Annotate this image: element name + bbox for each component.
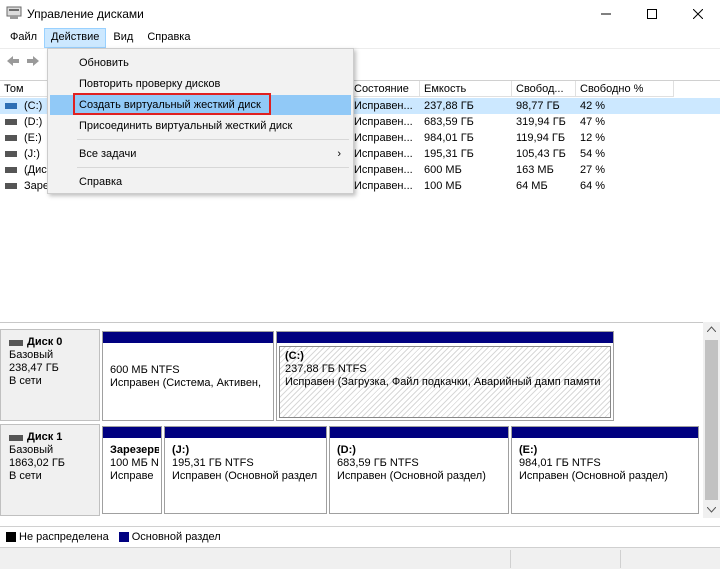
legend-unallocated: Не распределена xyxy=(6,531,109,543)
column-header-status[interactable]: Состояние xyxy=(350,81,420,97)
partition-c[interactable]: (C:) 237,88 ГБ NTFS Исправен (Загрузка, … xyxy=(276,331,614,421)
menu-item-help[interactable]: Справка xyxy=(50,172,351,192)
back-button[interactable] xyxy=(4,53,22,69)
back-arrow-icon xyxy=(7,56,19,66)
partition-reserved[interactable]: Зарезерв 100 МБ N Исправе xyxy=(102,426,162,514)
drive-icon xyxy=(5,167,17,173)
menu-item-rescan-disks[interactable]: Повторить проверку дисков xyxy=(50,74,351,94)
drive-icon xyxy=(5,183,17,189)
drive-icon xyxy=(5,119,17,125)
disk-management-icon xyxy=(6,6,22,19)
submenu-arrow-icon: › xyxy=(337,148,341,160)
close-icon xyxy=(693,9,703,19)
forward-button[interactable] xyxy=(24,53,42,69)
column-header-free-percent[interactable]: Свободно % xyxy=(576,81,674,97)
drive-icon xyxy=(5,135,17,141)
maximize-icon xyxy=(647,9,657,19)
drive-icon xyxy=(5,103,17,109)
menu-action[interactable]: Действие xyxy=(44,28,107,48)
disk-graphical-view: Диск 0 Базовый 238,47 ГБ В сети 600 МБ N… xyxy=(0,322,703,518)
column-header-free[interactable]: Свобод... xyxy=(512,81,576,97)
menu-file[interactable]: Файл xyxy=(3,28,44,48)
scroll-up-icon[interactable] xyxy=(707,326,716,332)
status-bar xyxy=(0,547,720,569)
disk-1-label[interactable]: Диск 1 Базовый 1863,02 ГБ В сети xyxy=(0,424,100,516)
partition-j[interactable]: (J:) 195,31 ГБ NTFS Исправен (Основной р… xyxy=(164,426,327,514)
scrollbar-thumb[interactable] xyxy=(705,340,718,500)
title-bar: Управление дисками xyxy=(0,0,720,28)
menu-item-refresh[interactable]: Обновить xyxy=(50,53,351,73)
partition-d[interactable]: (D:) 683,59 ГБ NTFS Исправен (Основной р… xyxy=(329,426,509,514)
partition-e[interactable]: (E:) 984,01 ГБ NTFS Исправен (Основной р… xyxy=(511,426,699,514)
disk-icon xyxy=(9,339,23,346)
menu-item-attach-vhd[interactable]: Присоединить виртуальный жесткий диск xyxy=(50,116,351,136)
menu-item-all-tasks[interactable]: Все задачи › xyxy=(50,144,351,164)
column-header-volume[interactable]: Том xyxy=(0,81,48,97)
legend-primary-partition: Основной раздел xyxy=(118,531,221,543)
partition-system[interactable]: 600 МБ NTFS Исправен (Система, Активен, xyxy=(102,331,274,421)
column-header-capacity[interactable]: Емкость xyxy=(420,81,512,97)
close-button[interactable] xyxy=(675,0,720,28)
disk-0-label[interactable]: Диск 0 Базовый 238,47 ГБ В сети xyxy=(0,329,100,421)
menu-help[interactable]: Справка xyxy=(140,28,197,48)
minimize-button[interactable] xyxy=(583,0,629,28)
menu-bar: Файл Действие Вид Справка xyxy=(0,28,720,48)
disk-icon xyxy=(9,434,23,441)
window-title: Управление дисками xyxy=(27,7,144,21)
graph-scrollbar[interactable] xyxy=(703,322,720,518)
scroll-down-icon[interactable] xyxy=(707,507,716,513)
forward-arrow-icon xyxy=(27,56,39,66)
maximize-button[interactable] xyxy=(629,0,675,28)
minimize-icon xyxy=(601,13,611,15)
drive-icon xyxy=(5,151,17,157)
action-menu: Обновить Повторить проверку дисков Созда… xyxy=(47,48,354,194)
menu-view[interactable]: Вид xyxy=(106,28,140,48)
legend: Не распределена Основной раздел xyxy=(0,526,720,546)
highlight-outline xyxy=(73,93,271,115)
